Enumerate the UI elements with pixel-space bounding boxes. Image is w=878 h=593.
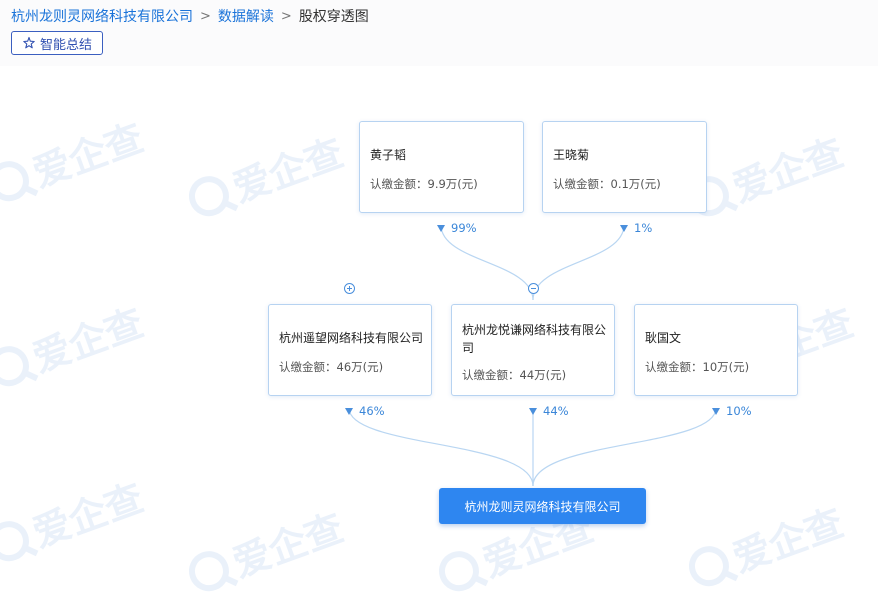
shareholder-node[interactable]: 黄子韬 认缴金额：9.9万(元) <box>359 121 524 213</box>
shareholder-name: 王晓菊 <box>553 148 590 162</box>
shareholder-node[interactable]: 杭州龙悦谦网络科技有限公司 认缴金额：44万(元) <box>451 304 615 396</box>
share-percent: 44% <box>543 404 569 418</box>
shareholder-name: 黄子韬 <box>370 148 407 162</box>
subscribed-amount: 认缴金额：10万(元) <box>645 360 750 374</box>
subscribed-amount: 认缴金额：46万(元) <box>279 360 384 374</box>
shareholder-name: 耿国文 <box>645 331 682 345</box>
collapse-toggle-icon[interactable] <box>528 283 539 294</box>
share-percent: 1% <box>634 221 653 235</box>
arrow-down-icon <box>712 407 720 415</box>
share-percent-label: 46% <box>345 404 385 418</box>
edge-line <box>348 407 534 487</box>
share-percent-label: 44% <box>529 404 569 418</box>
arrow-down-icon <box>529 407 537 415</box>
share-percent-label: 1% <box>620 221 652 235</box>
shareholder-name: 杭州遥望网络科技有限公司 <box>279 331 424 345</box>
share-percent: 46% <box>359 404 385 418</box>
shareholder-name: 杭州龙悦谦网络科技有限公司 <box>462 323 607 355</box>
arrow-down-icon <box>345 407 353 415</box>
shareholder-node[interactable]: 杭州遥望网络科技有限公司 认缴金额：46万(元) <box>268 304 432 396</box>
edge-line <box>532 224 625 301</box>
shareholder-node[interactable]: 王晓菊 认缴金额：0.1万(元) <box>542 121 707 213</box>
edge-line <box>532 407 717 487</box>
share-percent-label: 99% <box>437 221 477 235</box>
shareholder-node[interactable]: 耿国文 认缴金额：10万(元) <box>634 304 798 396</box>
share-percent: 10% <box>726 404 752 418</box>
arrow-down-icon <box>620 224 628 232</box>
expand-toggle-icon[interactable] <box>344 283 355 294</box>
share-percent-label: 10% <box>712 404 752 418</box>
subscribed-amount: 认缴金额：44万(元) <box>462 368 567 382</box>
edge-line <box>440 224 534 301</box>
root-company-name: 杭州龙则灵网络科技有限公司 <box>464 499 621 514</box>
share-percent: 99% <box>451 221 477 235</box>
arrow-down-icon <box>437 224 445 232</box>
subscribed-amount: 认缴金额：0.1万(元) <box>553 177 661 191</box>
root-company-node[interactable]: 杭州龙则灵网络科技有限公司 <box>439 488 646 524</box>
subscribed-amount: 认缴金额：9.9万(元) <box>370 177 478 191</box>
